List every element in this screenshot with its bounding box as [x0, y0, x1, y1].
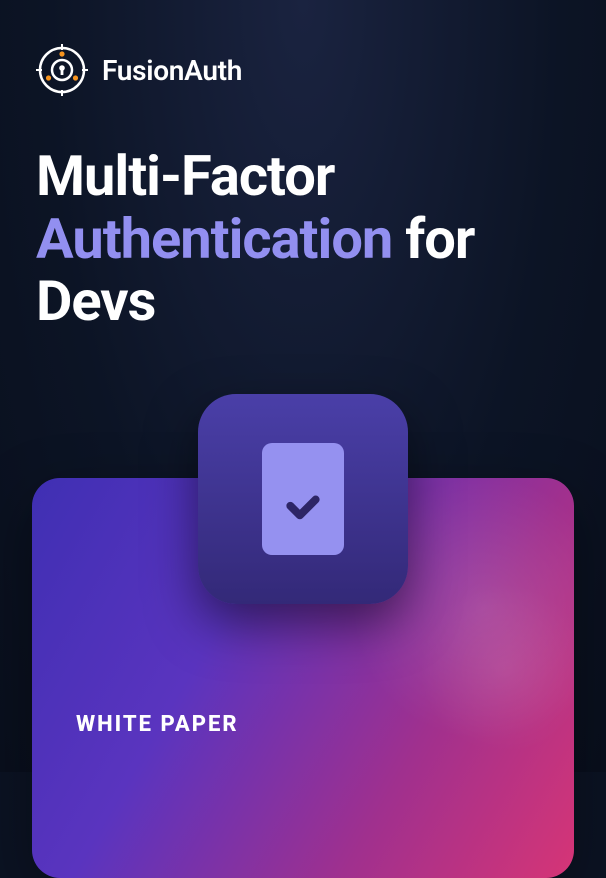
page-title: Multi-Factor Authentication for Devs	[36, 145, 570, 333]
title-part3: Devs	[36, 268, 155, 334]
title-part2: for	[405, 206, 474, 272]
brand-logo-mark	[36, 44, 88, 96]
title-accent: Authentication	[36, 206, 392, 272]
title-part1: Multi-Factor	[36, 143, 334, 209]
brand-logo: FusionAuth	[36, 44, 242, 96]
card-icon	[262, 443, 344, 555]
brand-name: FusionAuth	[102, 54, 242, 87]
checkmark-icon	[284, 490, 322, 528]
document-type-label: WHITE PAPER	[76, 712, 239, 737]
hero-icon-tile	[198, 394, 408, 604]
